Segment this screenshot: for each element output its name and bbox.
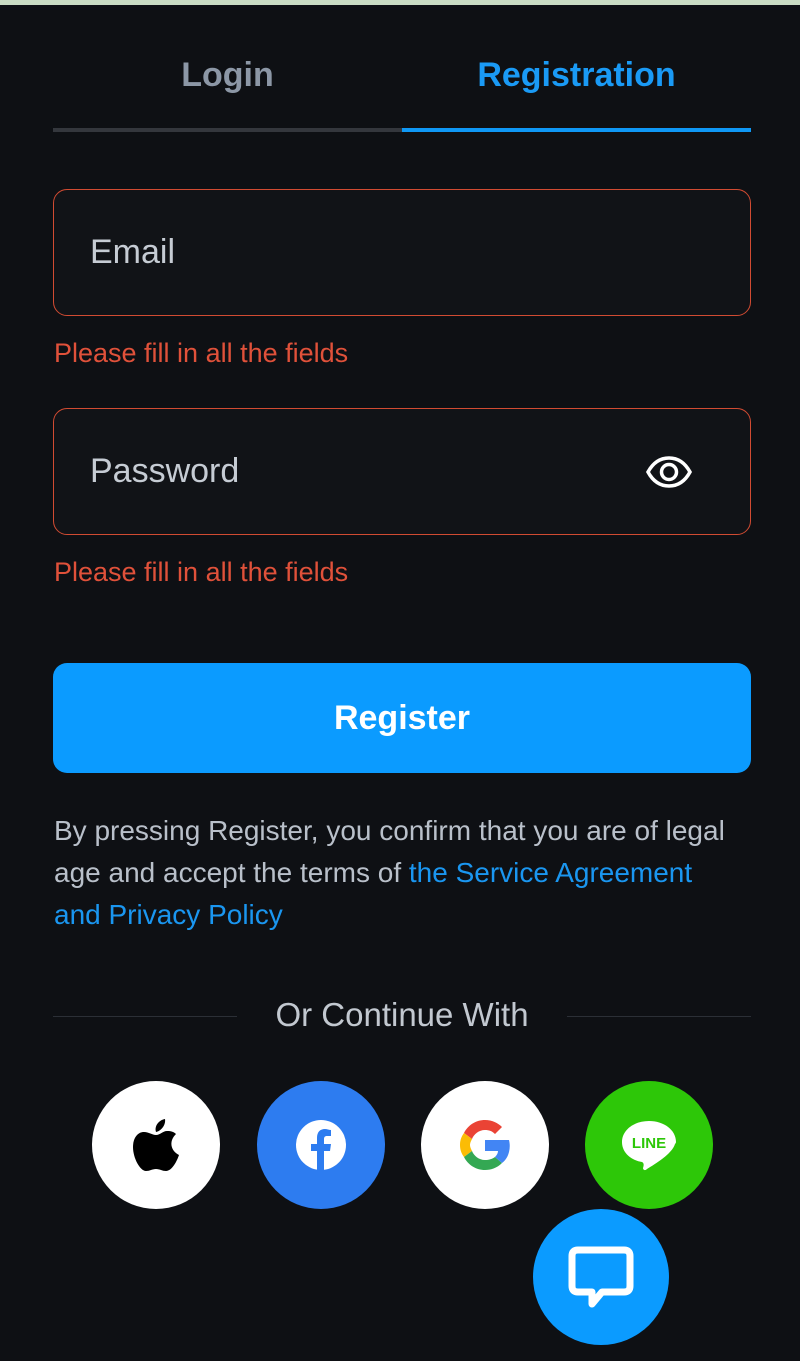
email-input[interactable] [90, 190, 650, 315]
register-button[interactable]: Register [53, 663, 751, 773]
tab-registration[interactable]: Registration [402, 40, 751, 130]
apple-login-button[interactable] [92, 1081, 220, 1209]
google-icon [460, 1120, 510, 1170]
chat-bubble-icon [568, 1246, 634, 1308]
password-input[interactable] [90, 409, 650, 534]
password-error-message: Please fill in all the fields [54, 557, 349, 587]
top-strip [0, 0, 800, 5]
line-login-button[interactable]: LINE [585, 1081, 713, 1209]
terms-text: By pressing Register, you confirm that y… [54, 810, 734, 936]
password-field [53, 408, 751, 535]
or-continue-with-label: Or Continue With [275, 996, 529, 1033]
auth-tabs: Login Registration [53, 40, 751, 134]
email-error-message: Please fill in all the fields [54, 338, 349, 368]
chat-support-button[interactable] [533, 1209, 669, 1345]
facebook-icon [296, 1120, 346, 1170]
tab-underline-registration-active [402, 128, 751, 132]
email-field [53, 189, 751, 316]
apple-icon [133, 1119, 179, 1171]
line-icon: LINE [622, 1121, 676, 1171]
tab-login[interactable]: Login [53, 40, 402, 130]
facebook-login-button[interactable] [257, 1081, 385, 1209]
registration-page: Login Registration Please fill in all th… [0, 0, 800, 1361]
divider-left [53, 1016, 237, 1017]
tab-underline-login [53, 128, 402, 132]
svg-text:LINE: LINE [632, 1135, 666, 1152]
google-login-button[interactable] [421, 1081, 549, 1209]
eye-icon[interactable] [646, 452, 692, 492]
divider-right [567, 1016, 751, 1017]
